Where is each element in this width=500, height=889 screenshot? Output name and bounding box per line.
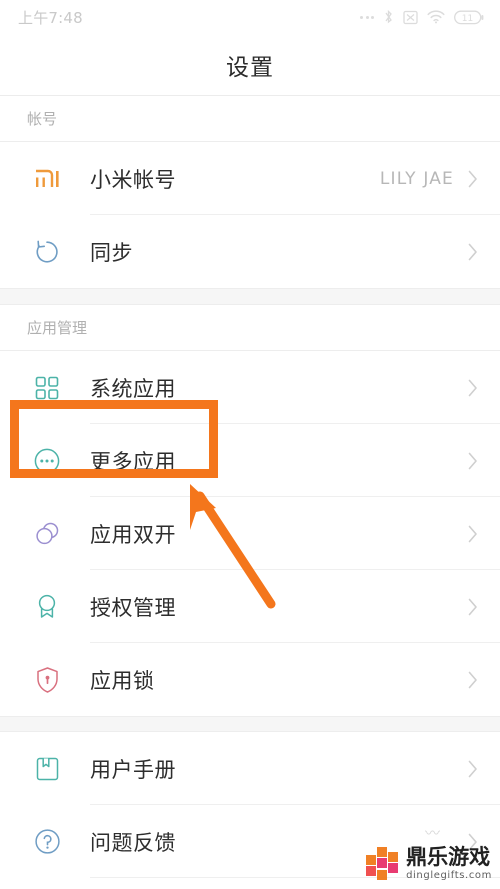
row-authorization[interactable]: 授权管理 [0,570,500,643]
settings-screen: 上午7:48 11 设置 帐号 小米帐号 LILY JAE 同步 应用管理 系统… [0,0,500,889]
watermark: 鼎乐游戏 dinglegifts.com [366,847,492,881]
feedback-question-icon [27,822,67,862]
row-sync[interactable]: 同步 [0,215,500,288]
section-gap-band [0,288,500,305]
account-section: 帐号 小米帐号 LILY JAE 同步 [0,96,500,288]
row-system-apps[interactable]: 系统应用 [0,351,500,424]
page-title: 设置 [226,54,274,81]
app-lock-shield-icon [27,660,67,700]
status-bar: 上午7:48 11 [0,0,500,34]
watermark-logo-icon [366,847,400,881]
more-dots-icon [360,15,374,19]
row-more-apps[interactable]: 更多应用 [0,424,500,497]
chevron-right-icon [468,170,478,188]
watermark-url-text: dinglegifts.com [406,870,492,881]
authorization-badge-icon [27,587,67,627]
chevron-right-icon [468,760,478,778]
sync-icon [27,232,67,272]
row-label-dual-apps: 应用双开 [90,522,176,547]
row-dual-apps[interactable]: 应用双开 [0,497,500,570]
user-manual-book-icon [27,749,67,789]
row-value-mi-account: LILY JAE [379,168,454,189]
watermark-cn-text: 鼎乐游戏 [406,845,491,869]
row-mi-account[interactable]: 小米帐号 LILY JAE [0,142,500,215]
grid-apps-icon [27,368,67,408]
row-label-sync: 同步 [90,240,133,265]
row-label-authorization: 授权管理 [90,595,176,620]
battery-icon: 11 [454,10,484,25]
row-label-user-manual: 用户手册 [90,757,176,782]
watermark-squiggle-icon: 〰 [424,824,440,842]
chevron-right-icon [468,379,478,397]
account-section-header: 帐号 [0,96,500,141]
dual-apps-circles-icon [27,514,67,554]
chevron-right-icon [468,452,478,470]
row-app-lock[interactable]: 应用锁 [0,643,500,716]
chevron-right-icon [468,598,478,616]
row-label-system-apps: 系统应用 [90,376,176,401]
bluetooth-icon [383,9,394,25]
status-icon-tray: 11 [360,9,484,25]
chevron-right-icon [468,671,478,689]
app-management-section-header: 应用管理 [0,305,500,350]
app-management-section: 应用管理 系统应用 更多应用 应用双开 授权管理 应用锁 [0,305,500,716]
svg-text:11: 11 [462,14,473,24]
no-sim-icon [403,10,418,25]
title-bar: 设置 [0,34,500,95]
row-label-app-lock: 应用锁 [90,668,155,693]
row-label-more-apps: 更多应用 [90,449,176,474]
chevron-right-icon [468,525,478,543]
row-user-manual[interactable]: 用户手册 [0,732,500,805]
section-gap-band-2 [0,716,500,732]
wifi-icon [427,10,445,24]
more-apps-dots-circle-icon [27,441,67,481]
watermark-text: 鼎乐游戏 dinglegifts.com [406,847,492,881]
status-time: 上午7:48 [18,8,83,27]
mi-logo-icon [27,159,67,199]
chevron-right-icon [468,243,478,261]
row-label-mi-account: 小米帐号 [90,167,176,192]
